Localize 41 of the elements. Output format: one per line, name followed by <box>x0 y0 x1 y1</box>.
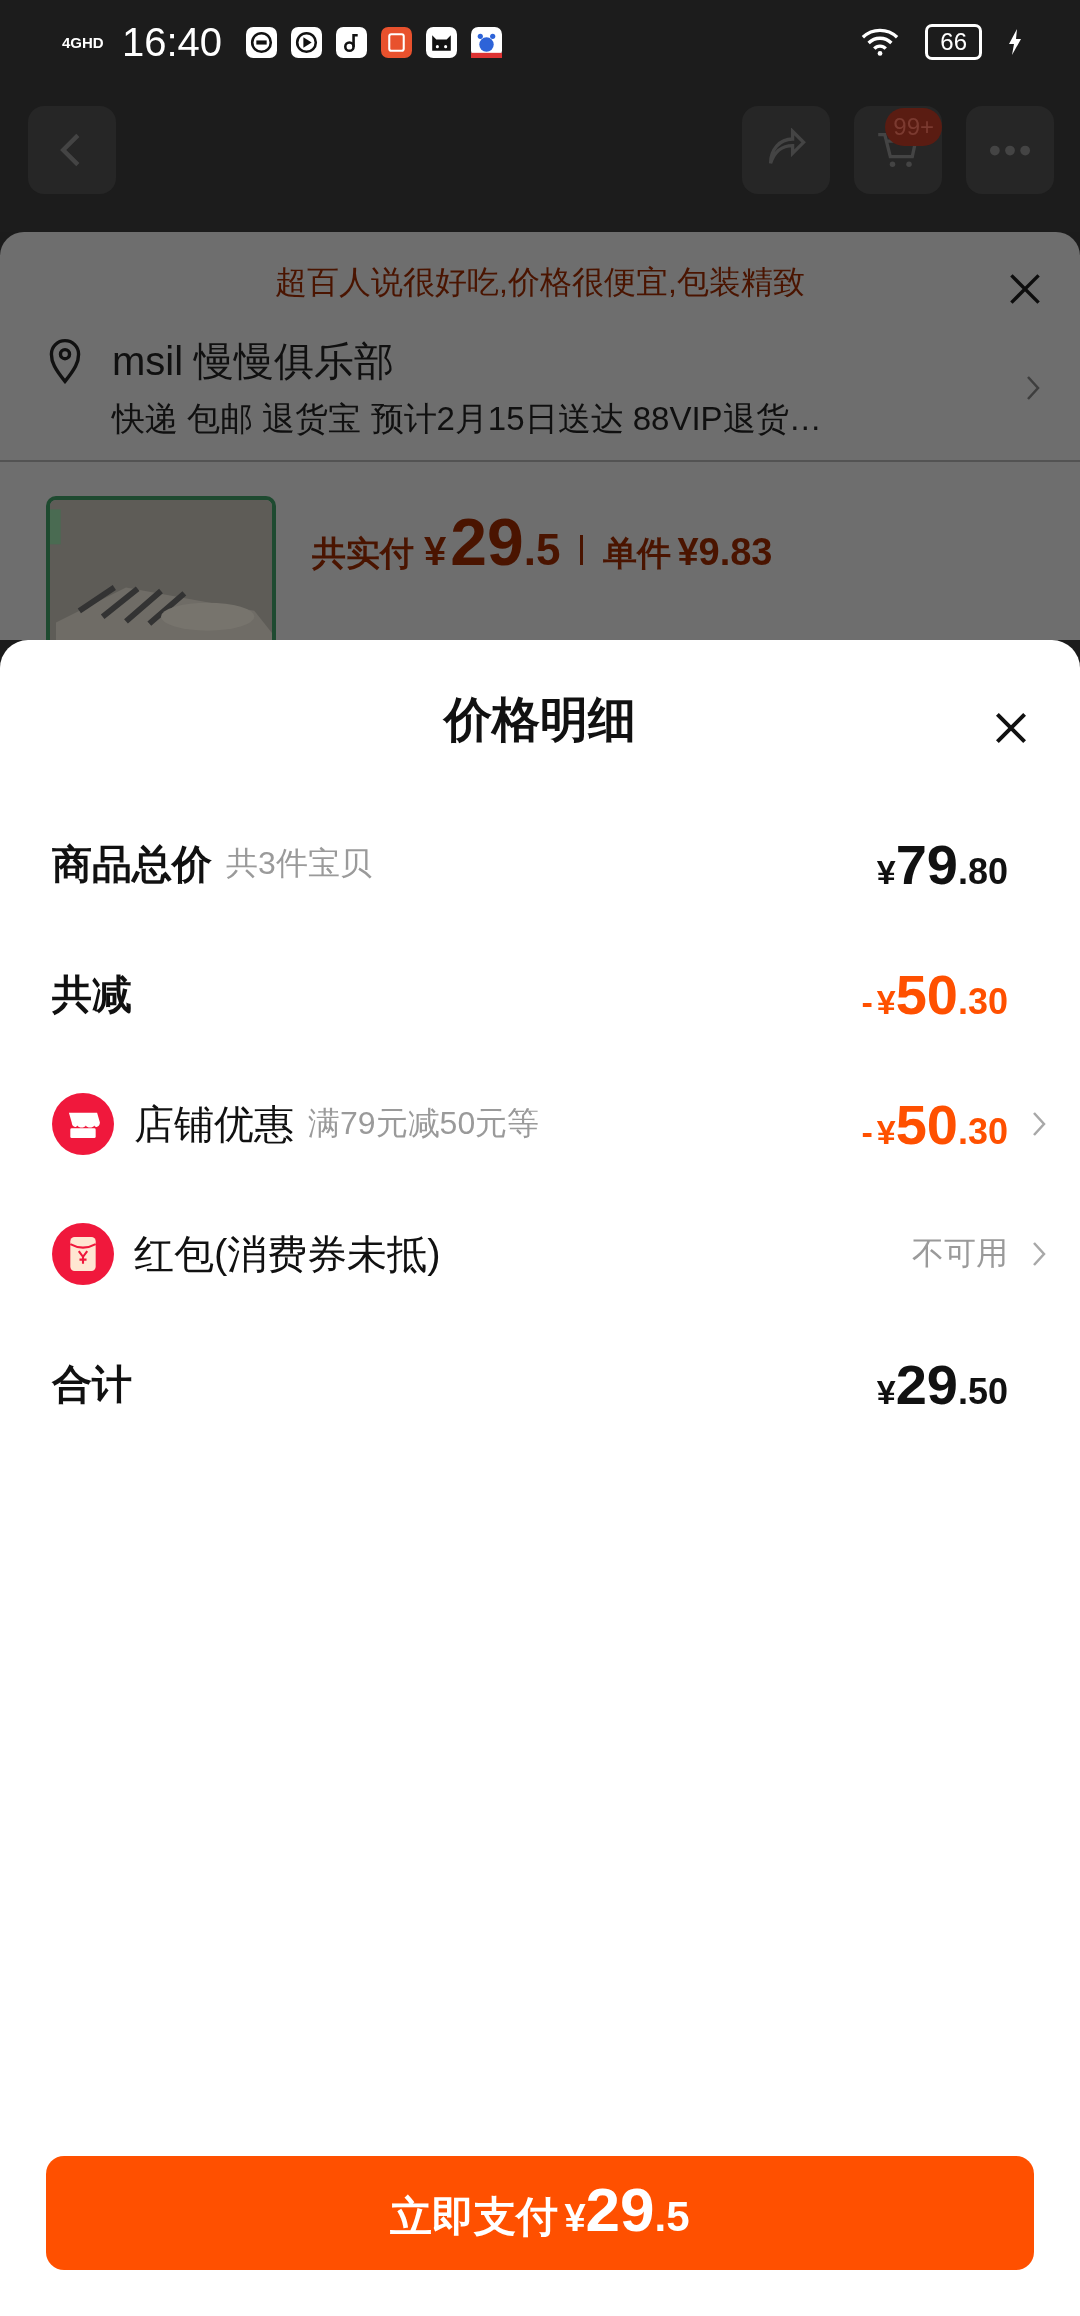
row-note: 共3件宝贝 <box>226 844 372 883</box>
row-status: 不可用 <box>912 1234 1008 1273</box>
battery-indicator: 66 <box>925 24 982 60</box>
more-icon <box>988 143 1032 157</box>
status-time: 16:40 <box>122 19 223 65</box>
close-icon[interactable] <box>994 711 1028 745</box>
money-envelope-icon <box>52 1223 114 1285</box>
play-app-icon <box>291 26 323 58</box>
row-label: 合计 <box>52 1360 132 1408</box>
sheet-title: 价格明细 <box>444 691 636 748</box>
row-amount: ¥29.50 <box>876 1351 1008 1417</box>
paw-app-icon <box>471 26 503 58</box>
delivery-details: 快递 包邮 退货宝 预计2月15日送达 88VIP退货… <box>112 399 823 439</box>
wifi-icon <box>861 27 900 57</box>
unit-price: ¥9.83 <box>677 531 773 574</box>
review-text: 超百人说很好吃,价格很便宜,包装精致 <box>275 263 805 302</box>
back-button[interactable] <box>28 106 116 194</box>
network-indicator: 4GHD <box>62 34 105 50</box>
location-pin-icon <box>48 338 82 384</box>
share-button[interactable] <box>742 106 830 194</box>
unit-label: 单件 <box>603 533 672 574</box>
music-note-app-icon <box>336 26 368 58</box>
charging-icon <box>1008 29 1022 55</box>
row-label: 共减 <box>52 970 132 1018</box>
chevron-right-icon[interactable] <box>1026 375 1040 401</box>
row-amount: -¥50.30 <box>861 1091 1008 1157</box>
store-icon <box>52 1093 114 1155</box>
address-name: msil 慢慢俱乐部 <box>112 338 396 385</box>
paid-label: 共实付 <box>312 533 414 574</box>
chevron-right-icon[interactable] <box>1032 1241 1046 1267</box>
row-amount: ¥79.80 <box>876 831 1008 897</box>
row-label: 店铺优惠 <box>134 1100 294 1148</box>
paid-amount: ¥29.5 <box>423 504 561 580</box>
pay-now-button[interactable]: 立即支付¥29.5 <box>46 2156 1034 2270</box>
chevron-right-icon[interactable] <box>1032 1111 1046 1137</box>
more-button[interactable] <box>966 106 1054 194</box>
cat-app-icon <box>426 26 458 58</box>
row-note: 满79元减50元等 <box>308 1104 540 1143</box>
row-label: 商品总价 <box>52 840 212 888</box>
row-label: 红包(消费券未抵) <box>134 1230 441 1278</box>
row-amount: -¥50.30 <box>861 961 1008 1027</box>
